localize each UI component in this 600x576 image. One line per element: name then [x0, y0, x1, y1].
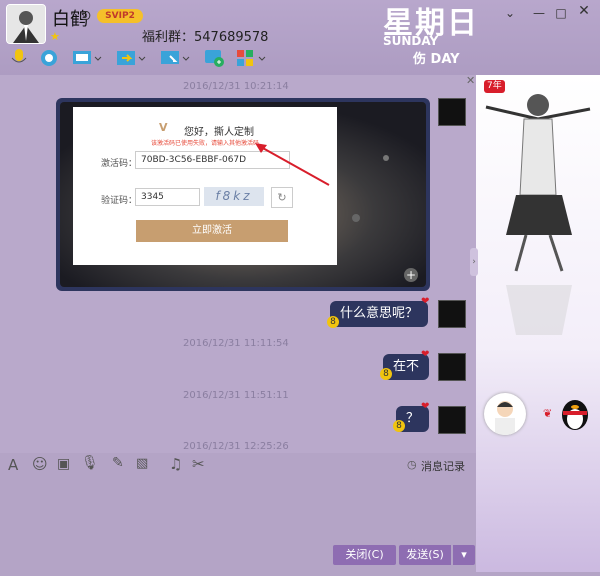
timestamp: 2016/12/31 12:25:26 — [183, 441, 289, 452]
scissors-icon[interactable]: ✂ — [192, 455, 205, 473]
create-group-icon[interactable] — [204, 48, 226, 68]
voice-message-icon[interactable]: 🎙 — [81, 455, 99, 471]
timestamp: 2016/12/31 11:51:11 — [183, 390, 289, 401]
input-toolbar: A ☺ ▣ 🎙 ✎ ▧ ♫ ✂ ◷ 消息记录 — [0, 453, 476, 478]
avatar-figure-icon — [7, 5, 45, 43]
mic-icon[interactable] — [8, 48, 30, 68]
image-icon[interactable]: ▧ — [136, 456, 148, 471]
brand-day2: 伤 DAY — [413, 52, 460, 67]
sender-avatar[interactable] — [438, 300, 466, 328]
camera-icon[interactable] — [39, 48, 61, 68]
vip-medal-icon: 8 — [393, 420, 405, 432]
my-avatar[interactable] — [484, 393, 526, 435]
message-bubble[interactable]: 什么意思呢？ — [330, 301, 429, 327]
red-arrow-icon — [255, 143, 330, 186]
close-icon[interactable]: ✕ — [575, 3, 593, 19]
maximize-icon[interactable]: □ — [552, 6, 570, 20]
dancer-figure-icon — [485, 94, 591, 335]
minimize-icon[interactable]: — — [530, 6, 548, 20]
screen-share-icon[interactable] — [72, 48, 102, 68]
activate-button[interactable]: 立即激活 — [136, 220, 288, 242]
history-clock-icon: ◷ — [407, 458, 417, 471]
captcha-field[interactable]: 3345 — [135, 188, 200, 206]
music-icon[interactable]: ♫ — [169, 455, 182, 473]
apps-icon[interactable] — [236, 48, 266, 68]
refresh-icon[interactable]: ↻ — [271, 187, 293, 208]
contact-show-panel — [476, 75, 600, 572]
dialog-title: 您好，撕人定制 — [184, 127, 254, 138]
svip-badge: SVIP2 — [97, 9, 143, 23]
message-history-link[interactable]: 消息记录 — [421, 458, 465, 474]
user-cartoon-icon — [495, 401, 515, 435]
timestamp: 2016/12/31 11:11:54 — [183, 338, 289, 349]
send-button[interactable]: 发送(S) — [399, 545, 451, 565]
timestamp: 2016/12/31 10:21:14 — [183, 81, 289, 92]
file-transfer-icon[interactable] — [116, 48, 146, 68]
send-options-icon[interactable]: ▾ — [453, 545, 475, 565]
remote-desktop-icon[interactable] — [160, 48, 190, 68]
close-button[interactable]: 关闭(C) — [333, 545, 396, 565]
vip-medal-icon: 8 — [380, 368, 392, 380]
qq-penguin-icon[interactable] — [557, 395, 593, 431]
ribbon-icon: ❦ — [543, 407, 553, 420]
vip-medal-icon: 8 — [327, 316, 339, 328]
year-badge: 7年 — [484, 80, 505, 93]
heart-bow-icon: ❤ — [421, 401, 430, 412]
heart-bow-icon: ❤ — [421, 349, 430, 360]
captcha-image: f8kz — [204, 187, 264, 206]
star-icon: ★ — [50, 30, 60, 43]
font-icon[interactable]: A — [8, 456, 18, 474]
activation-dialog: V 您好，撕人定制 该激活码已使用失败，请输入其他激活码 激活码： 70BD-3… — [73, 107, 337, 265]
heart-bow-icon: ❤ — [421, 296, 430, 307]
brand-sunday: SUNDAY — [383, 34, 439, 48]
collapse-icon[interactable]: ✕ — [466, 74, 475, 87]
emoji-icon[interactable]: ☺ — [32, 455, 48, 473]
sender-avatar[interactable] — [438, 353, 466, 381]
sender-avatar[interactable] — [438, 98, 466, 126]
zoom-icon[interactable]: + — [404, 268, 418, 282]
captcha-label: 验证码： — [101, 196, 138, 206]
panel-toggle-icon[interactable]: › — [470, 248, 478, 276]
contact-avatar[interactable] — [6, 4, 46, 44]
code-label: 激活码： — [101, 159, 138, 169]
edit-icon[interactable]: ✎ — [112, 455, 124, 471]
gif-icon[interactable]: ▣ — [57, 456, 70, 472]
dropdown-icon[interactable]: ⌄ — [501, 6, 519, 20]
status-icon: ᕲ — [82, 9, 91, 23]
group-info: 福利群：547689578 — [142, 30, 269, 45]
message-input[interactable] — [0, 478, 476, 543]
sender-avatar[interactable] — [438, 406, 466, 434]
